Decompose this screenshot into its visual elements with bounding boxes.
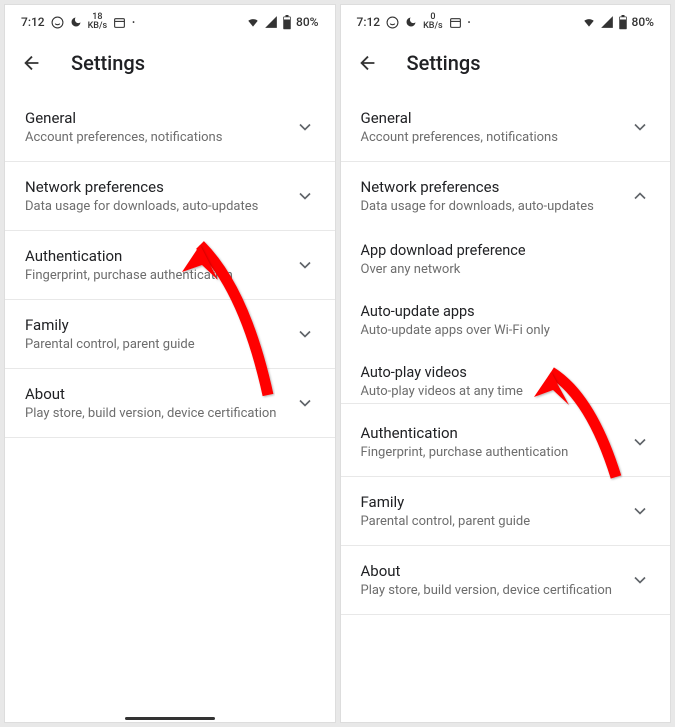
section-sub: Account preferences, notifications [361, 130, 631, 145]
item-auto-update[interactable]: Auto-update apps Auto-update apps over W… [341, 291, 671, 352]
battery-icon [618, 15, 628, 30]
battery-pct: 80% [632, 15, 654, 29]
section-sub: Over any network [361, 262, 651, 277]
battery-pct: 80% [296, 15, 318, 29]
section-network[interactable]: Network preferences Data usage for downl… [5, 162, 335, 231]
section-sub: Fingerprint, purchase authentication [25, 268, 295, 283]
chevron-down-icon [630, 501, 650, 521]
section-sub: Play store, build version, device certif… [25, 406, 295, 421]
chevron-down-icon [295, 186, 315, 206]
section-sub: Data usage for downloads, auto-updates [361, 199, 631, 214]
section-title: Family [361, 493, 631, 511]
section-title: Authentication [361, 424, 631, 442]
section-sub: Fingerprint, purchase authentication [361, 445, 631, 460]
signal-icon [264, 15, 278, 29]
wifi-icon [246, 15, 260, 29]
section-title: General [361, 109, 631, 127]
section-title: About [25, 385, 295, 403]
network-speed: 0 KB/s [423, 13, 443, 31]
item-app-download[interactable]: App download preference Over any network [341, 230, 671, 291]
section-title: Auto-update apps [361, 303, 651, 320]
chevron-down-icon [295, 324, 315, 344]
section-family[interactable]: Family Parental control, parent guide [341, 477, 671, 546]
chevron-down-icon [295, 255, 315, 275]
section-sub: Data usage for downloads, auto-updates [25, 199, 295, 214]
section-sub: Parental control, parent guide [25, 337, 295, 352]
dot-icon: • [468, 18, 471, 27]
section-sub: Account preferences, notifications [25, 130, 295, 145]
whatsapp-icon [386, 16, 399, 29]
wifi-icon [582, 15, 596, 29]
back-icon[interactable] [21, 52, 43, 74]
section-auth[interactable]: Authentication Fingerprint, purchase aut… [341, 408, 671, 477]
dot-icon: • [132, 18, 135, 27]
section-title: About [361, 562, 631, 580]
app-header: Settings [341, 37, 671, 93]
signal-icon [600, 15, 614, 29]
section-about[interactable]: About Play store, build version, device … [341, 546, 671, 615]
section-title: Auto-play videos [361, 364, 651, 381]
chevron-down-icon [295, 393, 315, 413]
back-icon[interactable] [357, 52, 379, 74]
whatsapp-icon [51, 16, 64, 29]
section-title: Authentication [25, 247, 295, 265]
section-auth[interactable]: Authentication Fingerprint, purchase aut… [5, 231, 335, 300]
section-sub: Auto-update apps over Wi-Fi only [361, 323, 651, 338]
nav-handle[interactable] [125, 717, 215, 720]
network-speed: 18 KB/s [88, 13, 108, 31]
section-title: General [25, 109, 295, 127]
section-general[interactable]: General Account preferences, notificatio… [5, 93, 335, 162]
chevron-down-icon [295, 117, 315, 137]
moon-icon [70, 16, 82, 28]
phone-left: 7:12 18 KB/s • [4, 4, 336, 723]
status-bar: 7:12 18 KB/s • [5, 5, 335, 37]
chevron-down-icon [630, 432, 650, 452]
section-network[interactable]: Network preferences Data usage for downl… [341, 162, 671, 230]
section-title: Network preferences [361, 178, 631, 196]
section-title: App download preference [361, 242, 651, 259]
section-sub: Auto-play videos at any time [361, 384, 651, 399]
calendar-icon [449, 16, 462, 29]
moon-icon [405, 16, 417, 28]
calendar-icon [113, 16, 126, 29]
item-auto-play[interactable]: Auto-play videos Auto-play videos at any… [341, 352, 671, 404]
status-time: 7:12 [357, 15, 381, 29]
page-title: Settings [407, 51, 481, 75]
chevron-down-icon [630, 570, 650, 590]
section-about[interactable]: About Play store, build version, device … [5, 369, 335, 438]
section-title: Network preferences [25, 178, 295, 196]
chevron-up-icon [630, 186, 650, 206]
chevron-down-icon [630, 117, 650, 137]
page-title: Settings [71, 51, 145, 75]
status-bar: 7:12 0 KB/s • [341, 5, 671, 37]
section-family[interactable]: Family Parental control, parent guide [5, 300, 335, 369]
phone-right: 7:12 0 KB/s • [340, 4, 672, 723]
section-sub: Parental control, parent guide [361, 514, 631, 529]
battery-icon [282, 15, 292, 30]
section-general[interactable]: General Account preferences, notificatio… [341, 93, 671, 162]
app-header: Settings [5, 37, 335, 93]
status-time: 7:12 [21, 15, 45, 29]
section-title: Family [25, 316, 295, 334]
section-sub: Play store, build version, device certif… [361, 583, 631, 598]
